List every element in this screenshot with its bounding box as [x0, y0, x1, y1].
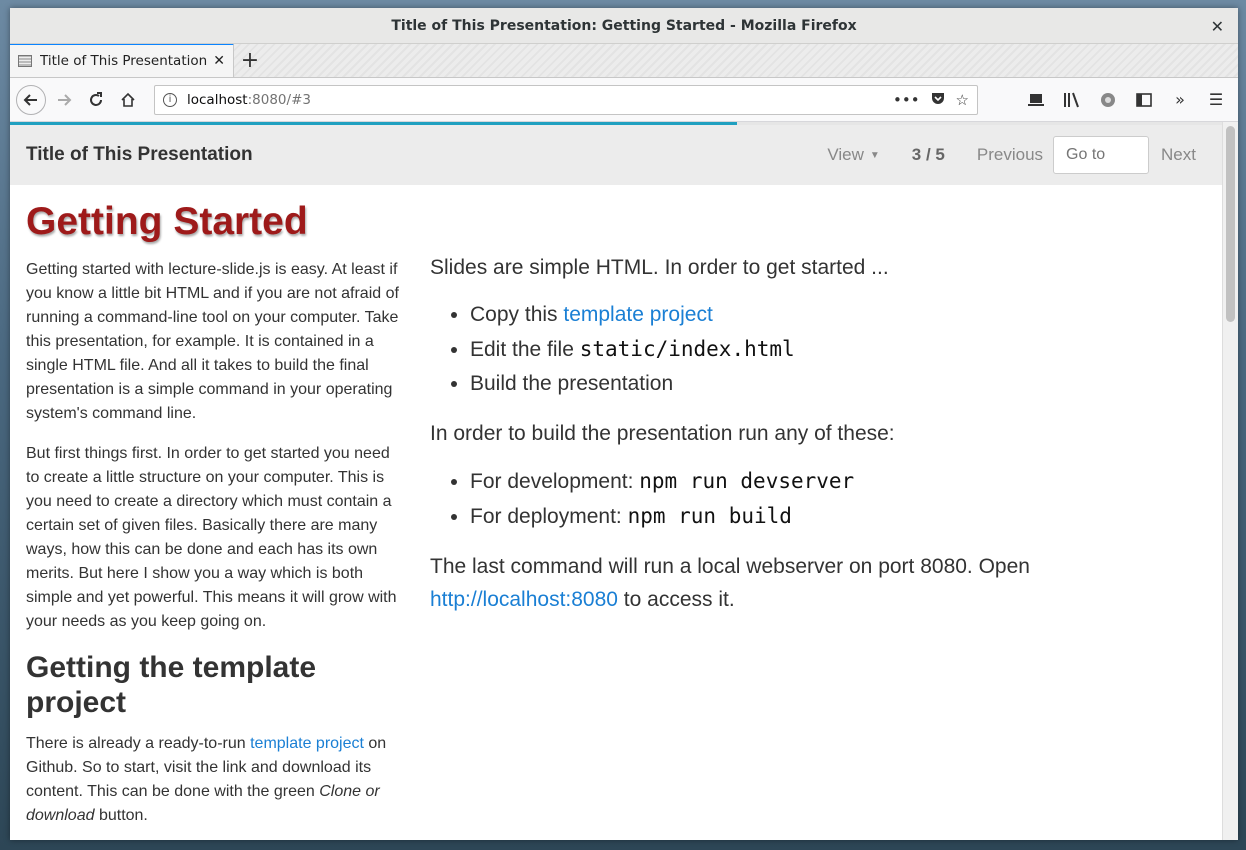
browser-window: Title of This Presentation: Getting Star… — [10, 8, 1238, 840]
code-snippet: npm run build — [627, 504, 792, 528]
url-path: :8080/#3 — [247, 91, 311, 108]
slide-counter: 3 / 5 — [911, 145, 945, 164]
slide: Getting Started Getting started with lec… — [10, 185, 1222, 840]
pocket-icon[interactable] — [930, 90, 946, 110]
page-favicon-icon — [18, 55, 32, 67]
list-item-text: Copy this — [470, 303, 564, 326]
site-info-icon[interactable]: i — [163, 92, 177, 107]
list-item: Copy this template project — [470, 298, 1210, 332]
presentation-navbar: Title of This Presentation View ▼ 3 / 5 P… — [10, 125, 1222, 185]
forward-arrow-icon — [58, 93, 72, 106]
new-tab-button[interactable]: + — [234, 43, 266, 77]
page-content: Title of This Presentation View ▼ 3 / 5 P… — [10, 122, 1222, 840]
tab-label: Title of This Presentation — [40, 53, 208, 69]
end-text-before: The last command will run a local webser… — [430, 555, 1030, 578]
url-bar[interactable]: i localhost:8080/#3 ••• ☆ — [154, 84, 978, 115]
goto-input[interactable] — [1053, 136, 1150, 174]
left-paragraph-1: Getting started with lecture-slide.js is… — [26, 260, 399, 422]
code-snippet: static/index.html — [579, 337, 795, 361]
page-actions-icon[interactable]: ••• — [893, 91, 920, 109]
tab-strip: Title of This Presentation ✕ + — [10, 43, 1238, 78]
caret-down-icon: ▼ — [869, 150, 880, 162]
back-arrow-icon — [23, 93, 37, 106]
slide-subheading: Getting the template project — [26, 650, 317, 719]
window-close-icon[interactable]: ✕ — [1211, 17, 1224, 36]
home-button[interactable] — [112, 84, 144, 116]
list-item-text: Edit the file — [470, 338, 580, 361]
view-label: View — [827, 145, 864, 164]
tab-presentation[interactable]: Title of This Presentation ✕ — [10, 43, 234, 77]
home-icon — [121, 92, 135, 107]
steps-list: Copy this template project Edit the file… — [470, 298, 1210, 401]
localhost-link[interactable]: http://localhost:8080 — [430, 588, 618, 611]
window-titlebar: Title of This Presentation: Getting Star… — [10, 8, 1238, 44]
url-host: localhost — [187, 91, 248, 108]
template-project-link[interactable]: template project — [250, 735, 364, 752]
sidebar-toggle-icon[interactable] — [1128, 84, 1160, 116]
view-dropdown[interactable]: View ▼ — [827, 145, 879, 165]
forward-button[interactable] — [48, 84, 80, 116]
list-item-text: For development: — [470, 470, 640, 493]
list-item-text: Build the presentation — [470, 372, 674, 395]
slide-right-column: Slides are simple HTML. In order to get … — [430, 251, 1210, 630]
slide-heading: Getting Started — [26, 200, 308, 243]
p3-text-after: button. — [94, 806, 148, 824]
scrollbar-thumb[interactable] — [1226, 126, 1235, 322]
tab-close-icon[interactable]: ✕ — [213, 53, 225, 69]
list-item: For deployment: npm run build — [470, 499, 1210, 534]
list-item: Edit the file static/index.html — [470, 332, 1210, 367]
previous-button[interactable]: Previous — [977, 145, 1043, 165]
hamburger-menu-icon[interactable]: ☰ — [1200, 84, 1232, 116]
list-item: For development: npm run devserver — [470, 464, 1210, 499]
next-button[interactable]: Next — [1161, 145, 1196, 165]
list-item: Build the presentation — [470, 367, 1210, 401]
reload-button[interactable] — [80, 84, 112, 116]
url-text[interactable]: localhost:8080/#3 — [187, 92, 883, 108]
slide-left-column: Getting Started Getting started with lec… — [26, 200, 404, 840]
right-middle: In order to build the presentation run a… — [430, 422, 895, 445]
commands-list: For development: npm run devserver For d… — [470, 464, 1210, 534]
list-item-text: For deployment: — [470, 505, 628, 528]
laptop-icon[interactable] — [1020, 84, 1052, 116]
presentation-controls: View ▼ 3 / 5 Previous Next — [827, 136, 1206, 174]
bookmark-star-icon[interactable]: ☆ — [956, 91, 969, 109]
window-title: Title of This Presentation: Getting Star… — [391, 17, 857, 34]
code-snippet: npm run devserver — [639, 469, 855, 493]
toolbar-icons: » ☰ — [1020, 84, 1232, 116]
template-project-link-2[interactable]: template project — [563, 303, 712, 326]
presentation-title[interactable]: Title of This Presentation — [26, 144, 253, 166]
reload-icon — [90, 91, 102, 106]
right-intro: Slides are simple HTML. In order to get … — [430, 256, 889, 279]
back-button[interactable] — [16, 84, 46, 115]
extension-icon[interactable] — [1092, 84, 1124, 116]
overflow-chevron-icon[interactable]: » — [1164, 84, 1196, 116]
p3-text-before: There is already a ready-to-run — [26, 734, 251, 752]
end-text-after: to access it. — [617, 588, 735, 611]
left-paragraph-3: There is already a ready-to-run template… — [26, 732, 404, 828]
navigation-toolbar: i localhost:8080/#3 ••• ☆ » ☰ — [10, 78, 1238, 122]
left-paragraph-2: But first things first. In order to get … — [26, 444, 397, 630]
vertical-scrollbar[interactable] — [1222, 122, 1238, 840]
library-icon[interactable] — [1056, 84, 1088, 116]
right-end: The last command will run a local webser… — [430, 550, 1210, 616]
